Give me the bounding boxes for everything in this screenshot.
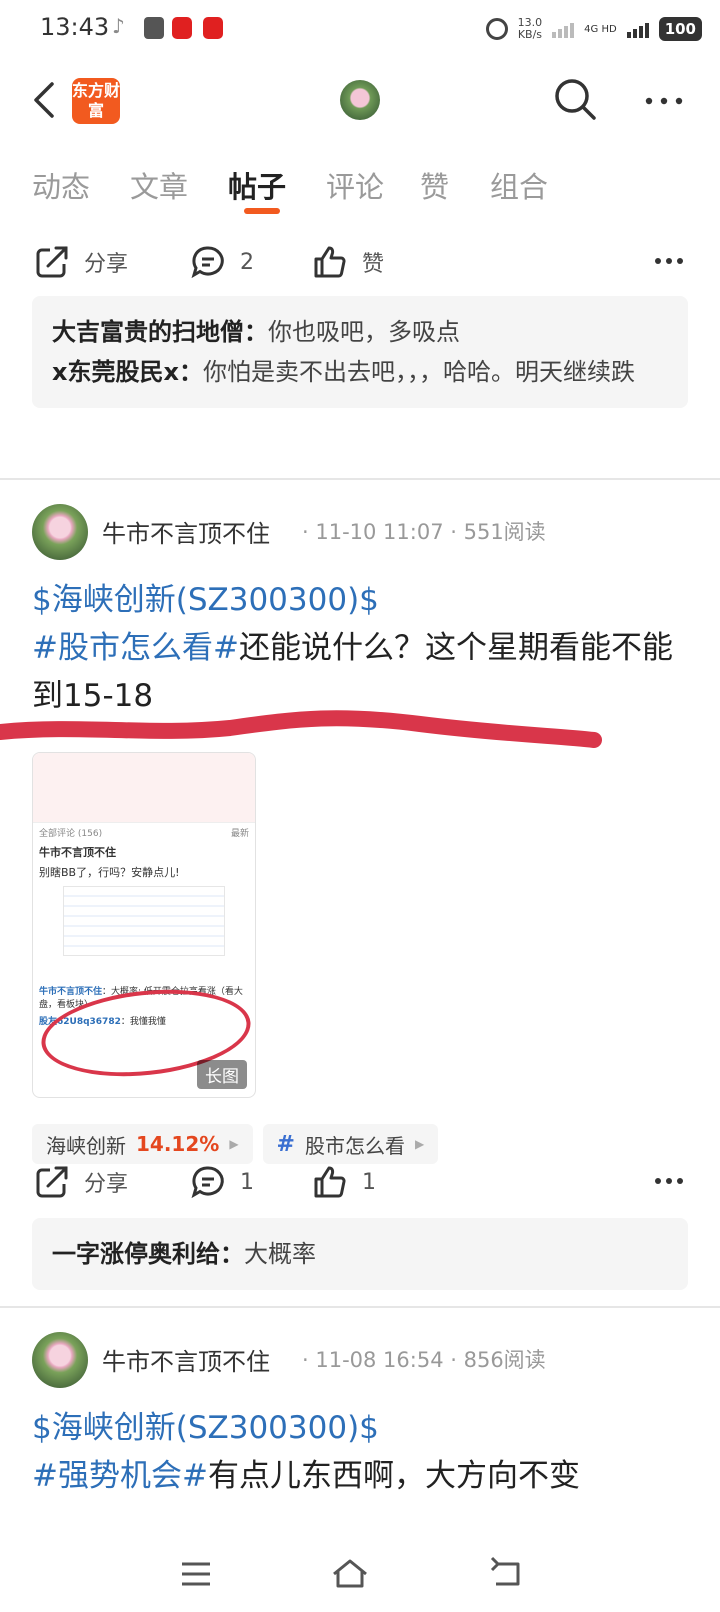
comment-count: 2 xyxy=(240,249,254,275)
divider xyxy=(0,1306,720,1308)
post-header: 牛市不言顶不住 · 11-08 16:54 · 856阅读 xyxy=(32,1332,688,1392)
stock-chip-name: 海峡创新 xyxy=(46,1133,126,1158)
comment-text: 大概率 xyxy=(244,1240,316,1268)
menu-icon[interactable] xyxy=(176,1556,216,1592)
like-button[interactable]: 赞 xyxy=(312,244,384,280)
chevron-right-icon: ▶ xyxy=(229,1137,239,1151)
image-comments-header: 全部评论 (156) 最新 xyxy=(39,829,249,839)
comment-preview-box[interactable]: 一字涨停奥利给：大概率 xyxy=(32,1218,688,1290)
more-icon[interactable] xyxy=(644,96,684,106)
stock-tag[interactable]: $海峡创新(SZ300300)$ xyxy=(32,582,379,618)
tiktok-icon: ♪ xyxy=(112,14,125,38)
tab-articles[interactable]: 文章 xyxy=(130,164,188,206)
post-text: 有点儿东西啊，大方向不变 xyxy=(207,1458,580,1494)
app-notification-icon-2 xyxy=(203,17,223,39)
post-image[interactable]: 全部评论 (156) 最新 牛市不言顶不住 别瞎BB了，行吗？安静点儿! 牛市不… xyxy=(32,752,256,1098)
share-icon xyxy=(36,246,68,278)
topic-tag[interactable]: #强势机会# xyxy=(32,1458,208,1494)
long-image-badge: 长图 xyxy=(197,1060,247,1089)
comment-icon xyxy=(191,1166,224,1199)
back-nav-icon[interactable] xyxy=(486,1556,526,1592)
user-avatar[interactable] xyxy=(340,80,380,120)
comment-button[interactable]: 2 xyxy=(190,244,254,280)
comment-icon xyxy=(191,246,224,279)
network-type: 4G HD xyxy=(584,23,617,35)
post-meta: · 11-10 11:07 · 551阅读 xyxy=(302,520,546,544)
stock-chip-change: 14.12% xyxy=(136,1132,220,1156)
thumbs-up-icon xyxy=(314,246,346,278)
home-icon[interactable] xyxy=(330,1556,370,1592)
comment-count: 1 xyxy=(240,1169,254,1195)
share-label: 分享 xyxy=(84,252,129,277)
network-speed: 13.0 KB/s xyxy=(518,17,543,41)
post-more-icon[interactable] xyxy=(654,1176,684,1186)
status-bar: 13:43 ♪ 13.0 KB/s 4G HD 100 xyxy=(0,0,720,58)
comment-text: 你也吸吧，多吸点 xyxy=(268,318,460,346)
chevron-right-icon: ▶ xyxy=(414,1137,425,1151)
share-icon xyxy=(36,1166,68,1198)
like-count: 1 xyxy=(362,1169,376,1195)
tab-likes[interactable]: 赞 xyxy=(420,164,449,206)
battery-indicator: 100 xyxy=(658,17,702,41)
post-content[interactable]: $海峡创新(SZ300300)$ #强势机会#有点儿东西啊，大方向不变 xyxy=(32,1404,692,1504)
share-button[interactable]: 分享 xyxy=(34,244,128,280)
author-name[interactable]: 牛市不言顶不住 xyxy=(102,1342,270,1377)
status-right: 13.0 KB/s 4G HD 100 xyxy=(485,14,702,44)
like-button[interactable]: 1 xyxy=(312,1164,376,1200)
app-logo[interactable]: 东方财富 xyxy=(72,78,120,124)
search-icon[interactable] xyxy=(552,76,598,122)
image-inner-text: 别瞎BB了，行吗？安静点儿! xyxy=(39,866,180,879)
post-content[interactable]: $海峡创新(SZ300300)$ #股市怎么看#还能说什么？这个星期看能不能到1… xyxy=(32,576,692,720)
like-label: 赞 xyxy=(362,252,385,277)
comment-text: 你怕是卖不出去吧，，，哈哈。明天继续跌 xyxy=(202,358,635,386)
comment-item: x东莞股民x：你怕是卖不出去吧，，，哈哈。明天继续跌 xyxy=(52,358,635,386)
comment-user[interactable]: 一字涨停奥利给 xyxy=(52,1240,220,1268)
speed-unit: KB/s xyxy=(517,28,543,41)
thumbs-up-icon xyxy=(314,1166,346,1198)
alarm-icon xyxy=(485,18,508,40)
comment-button[interactable]: 1 xyxy=(190,1164,254,1200)
share-button[interactable]: 分享 xyxy=(34,1164,128,1200)
comment-preview-box[interactable]: 大吉富贵的扫地僧：你也吸吧，多吸点 x东莞股民x：你怕是卖不出去吧，，，哈哈。明… xyxy=(32,296,688,408)
topic-chip-name: 股市怎么看 xyxy=(304,1133,405,1158)
signal-icon xyxy=(552,20,575,38)
tab-dynamics[interactable]: 动态 xyxy=(32,164,90,206)
back-icon[interactable] xyxy=(30,80,60,120)
post-meta: · 11-08 16:54 · 856阅读 xyxy=(302,1348,546,1372)
tab-portfolio[interactable]: 组合 xyxy=(490,164,548,206)
image-inner-author: 牛市不言顶不住 xyxy=(39,846,116,859)
post-more-icon[interactable] xyxy=(654,256,684,266)
image-screenshot-block xyxy=(63,886,225,956)
topic-tag[interactable]: #股市怎么看# xyxy=(32,630,239,666)
shield-icon xyxy=(144,17,164,39)
status-time: 13:43 xyxy=(40,13,110,41)
author-name[interactable]: 牛市不言顶不住 xyxy=(102,514,270,549)
post-header: 牛市不言顶不住 · 11-10 11:07 · 551阅读 xyxy=(32,504,688,564)
divider xyxy=(0,478,720,480)
image-top-section xyxy=(33,753,255,823)
red-annotation-stroke xyxy=(0,710,602,748)
comment-user[interactable]: 大吉富贵的扫地僧 xyxy=(52,318,244,346)
author-avatar[interactable] xyxy=(32,504,88,560)
stock-tag[interactable]: $海峡创新(SZ300300)$ xyxy=(32,1410,379,1446)
signal-icon-2 xyxy=(626,20,649,38)
share-label: 分享 xyxy=(84,1172,129,1197)
tab-comments[interactable]: 评论 xyxy=(326,164,384,206)
post-action-bar: 分享 1 1 xyxy=(0,1156,720,1206)
top-header: 东方财富 xyxy=(0,60,720,140)
active-tab-indicator xyxy=(244,208,280,214)
action-bar: 分享 2 赞 xyxy=(0,236,720,286)
comment-item: 一字涨停奥利给：大概率 xyxy=(52,1240,316,1268)
author-avatar[interactable] xyxy=(32,1332,88,1388)
tab-posts[interactable]: 帖子 xyxy=(228,164,286,206)
app-notification-icon xyxy=(172,17,192,39)
comment-user[interactable]: x东莞股民x xyxy=(52,358,179,386)
hash-icon: # xyxy=(276,1131,295,1157)
comment-item: 大吉富贵的扫地僧：你也吸吧，多吸点 xyxy=(52,318,460,346)
system-nav-bar xyxy=(0,1540,720,1612)
tab-bar: 动态 文章 帖子 评论 赞 组合 xyxy=(0,150,720,216)
